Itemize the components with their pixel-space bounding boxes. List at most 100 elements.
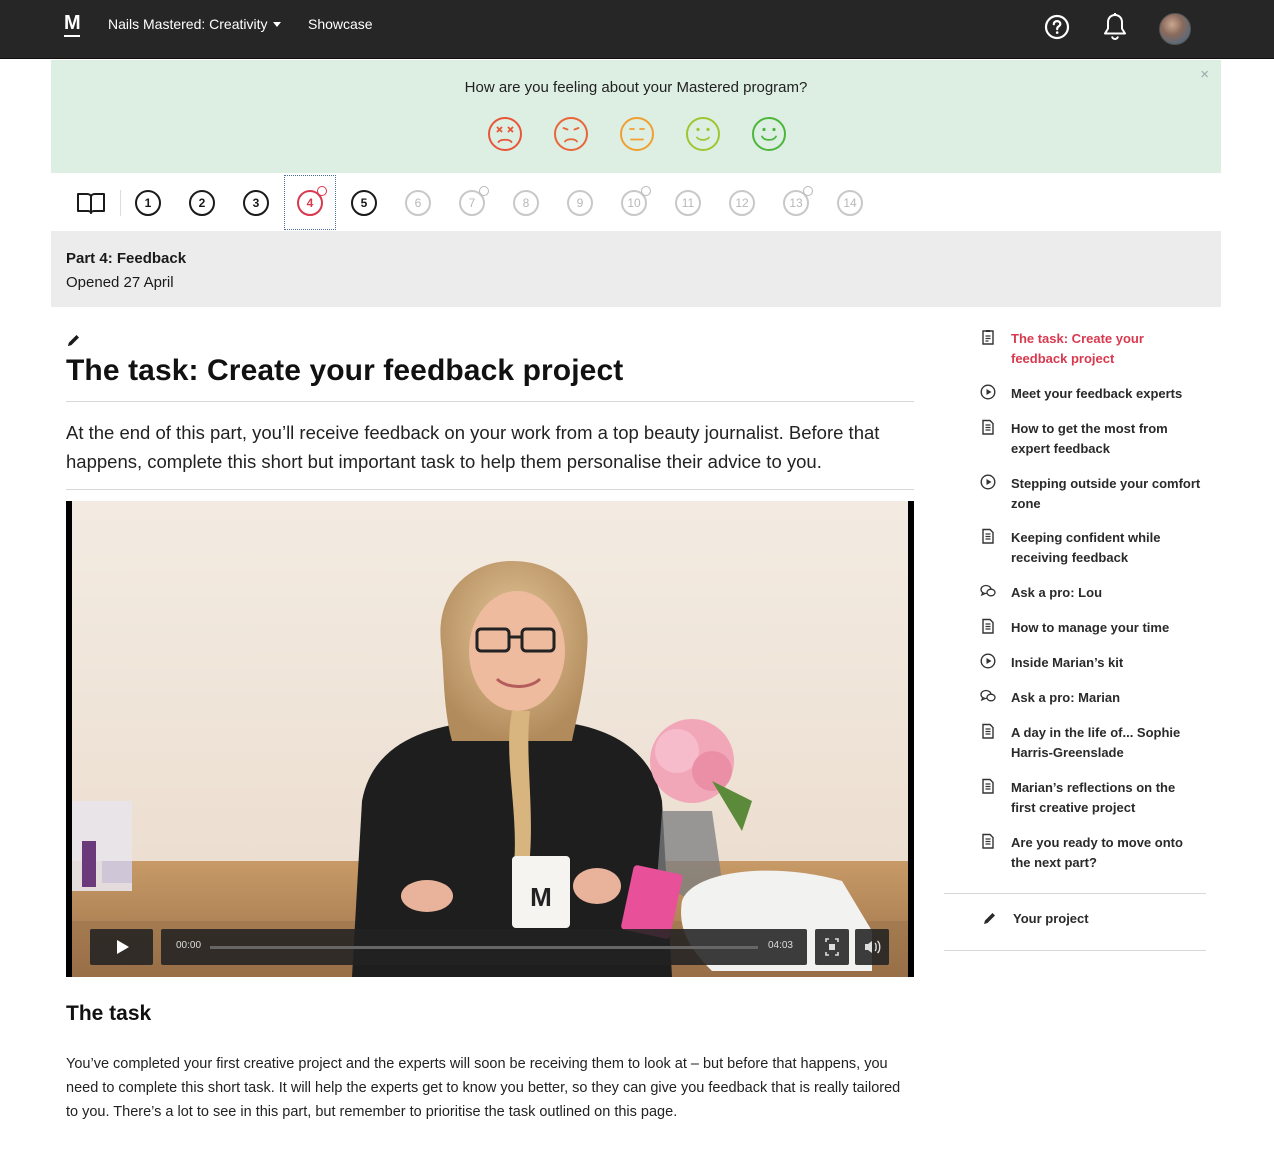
pencil-icon <box>984 913 995 924</box>
happy-face-icon[interactable] <box>685 116 721 152</box>
top-navigation-bar: M Nails Mastered: Creativity Showcase <box>0 0 1274 59</box>
svg-text:M: M <box>530 882 552 912</box>
document-icon <box>982 528 994 544</box>
video-timeline[interactable]: 00:00 04:03 <box>161 929 807 965</box>
play-button[interactable] <box>90 929 153 965</box>
part-number: 2 <box>198 196 206 210</box>
feedback-banner: How are you feeling about your Mastered … <box>51 60 1221 173</box>
part-number: 8 <box>522 196 530 210</box>
fullscreen-button[interactable] <box>815 929 849 965</box>
part-9-button: 9 <box>567 190 593 216</box>
part-11-button: 11 <box>675 190 701 216</box>
video-controls: 00:00 04:03 <box>90 929 890 965</box>
your-project-label: Your project <box>1013 911 1089 926</box>
progress-track[interactable] <box>210 946 758 949</box>
very-unhappy-face-icon[interactable] <box>487 116 523 152</box>
showcase-link[interactable]: Showcase <box>308 15 373 33</box>
video-duration: 04:03 <box>767 940 793 951</box>
sidebar-divider <box>944 893 1206 894</box>
part-opened-date: Opened 27 April <box>66 274 174 291</box>
sidebar-item-label: Stepping outside your comfort zone <box>1011 476 1201 511</box>
part-number: 11 <box>681 196 695 210</box>
part-8-button: 8 <box>513 190 539 216</box>
part-number: 9 <box>576 196 584 210</box>
play-icon <box>980 384 996 400</box>
part-number: 3 <box>252 196 260 210</box>
logo-underline <box>64 35 80 37</box>
very-happy-face-icon[interactable] <box>751 116 787 152</box>
chat-icon <box>980 689 996 702</box>
part-1-button[interactable]: 1 <box>135 190 161 216</box>
play-icon <box>980 474 996 490</box>
sidebar-item-label: How to manage your time <box>1011 620 1170 635</box>
sidebar-item-label: A day in the life of... Sophie Harris-Gr… <box>1011 725 1181 760</box>
comment-badge-icon <box>803 186 813 196</box>
document-icon <box>982 618 994 634</box>
comment-badge-icon <box>479 186 489 196</box>
page-title: The task: Create your feedback project <box>66 354 624 387</box>
sidebar-item-label: Marian’s reflections on the first creati… <box>1011 780 1176 815</box>
course-dropdown[interactable]: Nails Mastered: Creativity <box>108 15 281 33</box>
parts-navigation: 1 2 3 4 5 6 7 8 9 10 11 12 13 14 <box>51 174 1221 231</box>
part-number: 7 <box>468 196 476 210</box>
sidebar-item-label: Ask a pro: Lou <box>1011 585 1103 600</box>
video-frame-presenter: M <box>72 501 908 977</box>
help-button[interactable] <box>1044 14 1070 40</box>
title-divider <box>66 401 914 402</box>
part-number: 13 <box>789 196 803 210</box>
part-title: Part 4: Feedback <box>66 250 187 267</box>
sidebar-item-label: Are you ready to move onto the next part… <box>1011 835 1183 870</box>
pencil-icon[interactable] <box>66 333 81 348</box>
part-number: 10 <box>627 196 641 210</box>
comment-badge-icon <box>641 186 651 196</box>
part-number: 14 <box>843 196 857 210</box>
sidebar-item-label: Meet your feedback experts <box>1011 386 1183 401</box>
part-3-button[interactable]: 3 <box>243 190 269 216</box>
your-project-link[interactable]: Your project <box>944 906 1206 938</box>
comment-badge-icon <box>317 186 327 196</box>
notifications-button[interactable] <box>1101 12 1129 42</box>
part-number: 6 <box>414 196 422 210</box>
part-13-button: 13 <box>783 186 813 216</box>
user-avatar[interactable] <box>1159 13 1191 45</box>
volume-icon <box>865 940 881 954</box>
part-4-button[interactable]: 4 <box>297 186 327 216</box>
unhappy-face-icon[interactable] <box>553 116 589 152</box>
document-icon <box>982 723 994 739</box>
part-number: 4 <box>306 196 314 210</box>
part-number: 12 <box>735 196 749 210</box>
part-7-button: 7 <box>459 186 489 216</box>
document-icon <box>982 419 994 435</box>
chat-icon <box>980 584 996 597</box>
caret-down-icon <box>272 21 281 27</box>
part-number: 1 <box>144 196 152 210</box>
task-body: You’ve completed your first creative pro… <box>66 1056 901 1120</box>
logo-letter: M <box>64 12 81 34</box>
part-header: Part 4: Feedback Opened 27 April <box>51 231 1221 307</box>
part-2-button[interactable]: 2 <box>189 190 215 216</box>
part-12-button: 12 <box>729 190 755 216</box>
course-overview-button[interactable] <box>76 191 106 215</box>
course-dropdown-label: Nails Mastered: Creativity <box>108 16 268 32</box>
video-player[interactable]: M 00:00 04:03 <box>66 501 914 977</box>
play-icon <box>980 653 996 669</box>
book-icon <box>77 193 105 214</box>
intro-text: At the end of this part, you’ll receive … <box>66 422 880 472</box>
document-icon <box>982 778 994 794</box>
sidebar-item-label: The task: Create your feedback project <box>1011 331 1144 366</box>
sidebar-item-label: Inside Marian’s kit <box>1011 655 1124 670</box>
part-6-button: 6 <box>405 190 431 216</box>
close-banner-button[interactable]: × <box>1200 66 1209 83</box>
sidebar-item-label: How to get the most from expert feedback <box>1011 421 1168 456</box>
help-icon <box>1044 14 1070 40</box>
mastered-logo[interactable]: M <box>64 12 81 37</box>
sidebar-divider-bottom <box>944 950 1206 951</box>
part-10-button: 10 <box>621 186 651 216</box>
neutral-face-icon[interactable] <box>619 116 655 152</box>
task-icon <box>982 330 994 345</box>
intro-divider <box>66 489 914 490</box>
volume-button[interactable] <box>855 929 889 965</box>
task-heading: The task <box>66 1002 152 1025</box>
part-5-button[interactable]: 5 <box>351 190 377 216</box>
sidebar-item-label: Ask a pro: Marian <box>1011 690 1121 705</box>
